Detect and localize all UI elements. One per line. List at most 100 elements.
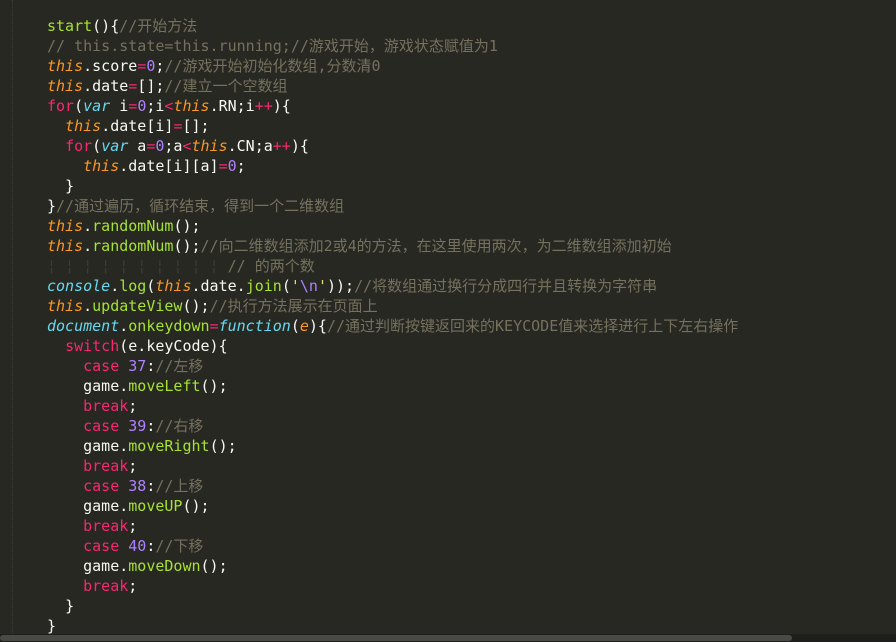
code-editor[interactable]: start(){//开始方法// this.state=this.running…: [0, 0, 896, 642]
token-plain: ();: [173, 217, 201, 235]
code-line[interactable]: case 37://左移: [47, 356, 738, 376]
token-plain: .date[i]: [101, 117, 174, 135]
token-this: this: [47, 237, 84, 255]
token-cm: // this.state=this.running;//游戏开始，游戏状态赋值…: [47, 37, 498, 55]
scrollbar-thumb[interactable]: [0, 635, 792, 641]
token-cm: //向二维数组添加2或4的方法，在这里使用两次，为二维数组添加初始: [200, 237, 672, 255]
code-line[interactable]: this.date[i]=[];: [47, 116, 738, 136]
token-plain: (: [290, 317, 300, 335]
token-cm: //通过判断按键返回来的KEYCODE值来选择进行上下左右操作: [326, 317, 739, 335]
token-fn: updateView: [92, 297, 183, 315]
code-line[interactable]: case 39://右移: [47, 416, 738, 436]
code-line[interactable]: this.randomNum();: [47, 216, 738, 236]
code-line[interactable]: game.moveUP();: [47, 496, 738, 516]
token-kw: =: [128, 97, 138, 115]
token-cm: //执行方法展示在页面上: [209, 297, 378, 315]
token-kw: switch: [65, 337, 120, 355]
code-line[interactable]: break;: [47, 456, 738, 476]
token-plain: .RN;i: [209, 97, 255, 115]
token-plain: ();: [173, 237, 201, 255]
token-fn: randomNum: [92, 237, 174, 255]
code-line[interactable]: console.log(this.date.join('\n'));//将数组通…: [47, 276, 738, 296]
token-this: this: [47, 57, 84, 75]
indent-guide: [12, 0, 14, 642]
code-line[interactable]: game.moveDown();: [47, 556, 738, 576]
token-plain: ){: [308, 317, 327, 335]
token-cm: //将数组通过换行分成四行并且转换为字符串: [354, 277, 658, 295]
token-param: e: [299, 317, 309, 335]
token-plain: ();: [182, 297, 210, 315]
token-this: this: [65, 117, 102, 135]
code-line[interactable]: case 38://上移: [47, 476, 738, 496]
token-plain: }: [65, 597, 75, 615]
code-line[interactable]: this.date=[];//建立一个空数组: [47, 76, 738, 96]
code-line[interactable]: game.moveLeft();: [47, 376, 738, 396]
token-plain: (: [74, 97, 84, 115]
token-this: this: [47, 77, 84, 95]
code-line[interactable]: ¦ ¦ ¦ ¦ ¦ ¦ ¦ ¦ ¦ ¦ // 的两个数: [47, 256, 738, 276]
token-plain: }: [65, 177, 75, 195]
token-this: this: [173, 97, 210, 115]
token-cm: //上移: [155, 477, 204, 495]
token-kw: break: [83, 397, 129, 415]
code-line[interactable]: this.date[i][a]=0;: [47, 156, 738, 176]
token-this: this: [83, 157, 120, 175]
code-line[interactable]: start(){//开始方法: [47, 16, 738, 36]
code-line[interactable]: this.updateView();//执行方法展示在页面上: [47, 296, 738, 316]
token-cm: //开始方法: [119, 17, 198, 35]
token-plain: ){: [290, 137, 309, 155]
token-plain: .: [83, 237, 93, 255]
code-line[interactable]: }: [47, 616, 738, 636]
horizontal-scrollbar[interactable]: [0, 634, 896, 642]
token-fn: log: [119, 277, 147, 295]
code-line[interactable]: break;: [47, 576, 738, 596]
code-line[interactable]: for(var i=0;i<this.RN;i++){: [47, 96, 738, 116]
code-area[interactable]: start(){//开始方法// this.state=this.running…: [47, 16, 738, 636]
token-plain: }: [47, 617, 57, 635]
code-line[interactable]: for(var a=0;a<this.CN;a++){: [47, 136, 738, 156]
token-str: ': [317, 277, 327, 295]
token-plain: .: [119, 317, 129, 335]
token-plain: ;: [128, 577, 138, 595]
code-line[interactable]: break;: [47, 516, 738, 536]
token-plain: [];: [182, 117, 210, 135]
token-plain: game.: [83, 497, 129, 515]
token-kw-i: var: [83, 97, 111, 115]
code-line[interactable]: }//通过遍历，循环结束，得到一个二维数组: [47, 196, 738, 216]
token-plain: ;i: [146, 97, 165, 115]
token-plain: .date: [83, 77, 129, 95]
token-kw: for: [65, 137, 93, 155]
token-num: \n: [299, 277, 318, 295]
token-kw: case: [83, 357, 120, 375]
code-line[interactable]: game.moveRight();: [47, 436, 738, 456]
token-fn: join: [245, 277, 282, 295]
code-line[interactable]: }: [47, 596, 738, 616]
code-line[interactable]: switch(e.keyCode){: [47, 336, 738, 356]
token-fn: moveDown: [128, 557, 201, 575]
token-builtin: document: [47, 317, 120, 335]
code-line[interactable]: this.score=0;//游戏开始初始化数组,分数清0: [47, 56, 738, 76]
code-line[interactable]: break;: [47, 396, 738, 416]
code-line[interactable]: this.randomNum();//向二维数组添加2或4的方法，在这里使用两次…: [47, 236, 738, 256]
token-plain: .: [83, 217, 93, 235]
code-line[interactable]: case 40://下移: [47, 536, 738, 556]
token-plain: .: [83, 297, 93, 315]
token-kw: break: [83, 517, 129, 535]
token-plain: .CN;a: [227, 137, 273, 155]
token-cm: //下移: [155, 537, 204, 555]
token-kw: =: [209, 317, 219, 335]
token-fn: moveLeft: [128, 377, 201, 395]
token-num: 0: [137, 97, 147, 115]
token-kw: for: [47, 97, 75, 115]
code-line[interactable]: document.onkeydown=function(e){//通过判断按键返…: [47, 316, 738, 336]
token-cm: //建立一个空数组: [164, 77, 288, 95]
token-plain: game.: [83, 377, 129, 395]
code-line[interactable]: }: [47, 176, 738, 196]
code-line[interactable]: // this.state=this.running;//游戏开始，游戏状态赋值…: [47, 36, 738, 56]
